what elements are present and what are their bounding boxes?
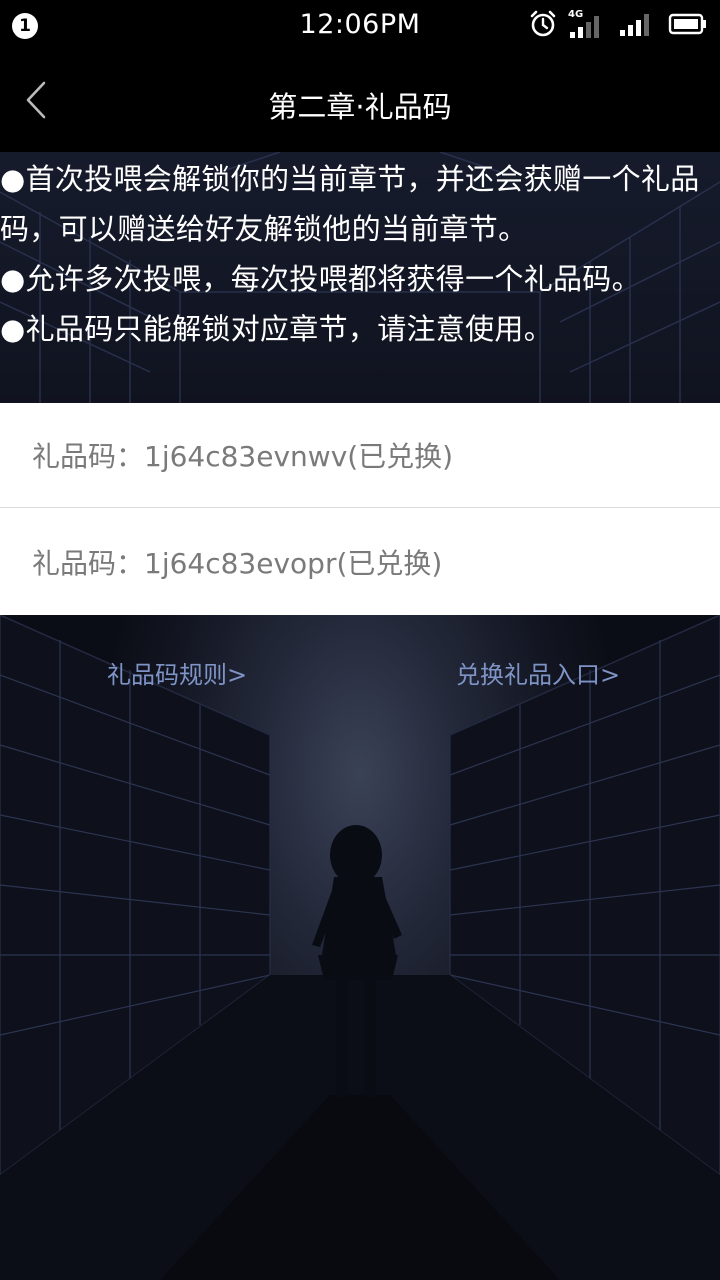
gift-code-text: 礼品码：1j64c83evnwv(已兑换) [32,440,454,473]
status-bar: 1 12:06PM 4G [0,0,720,52]
title-bar: 第二章·礼品码 [0,52,720,152]
redeem-gift-link[interactable]: 兑换礼品入口> [456,655,620,690]
gift-code-row[interactable]: 礼品码：1j64c83evopr(已兑换) [0,509,720,614]
info-text: ●首次投喂会解锁你的当前章节，并还会获赠一个礼品码，可以赠送给好友解锁他的当前章… [0,154,712,354]
page-title: 第二章·礼品码 [268,90,452,124]
battery-icon [668,9,708,43]
info-line: ●礼品码只能解锁对应章节，请注意使用。 [0,312,554,346]
info-line: ●首次投喂会解锁你的当前章节，并还会获赠一个礼品码，可以赠送给好友解锁他的当前章… [0,162,700,246]
gift-code-row[interactable]: 礼品码：1j64c83evnwv(已兑换) [0,403,720,508]
gift-code-text: 礼品码：1j64c83evopr(已兑换) [32,546,443,580]
signal-icon [618,9,658,43]
library-illustration [0,615,720,1280]
gift-code-rules-link[interactable]: 礼品码规则> [107,655,247,690]
info-section: ●首次投喂会解锁你的当前章节，并还会获赠一个礼品码，可以赠送给好友解锁他的当前章… [0,152,720,403]
bottom-section: 礼品码规则> 兑换礼品入口> [0,615,720,1280]
status-icons: 4G [528,9,708,43]
signal-4g-icon: 4G [568,9,608,41]
gift-code-list: 礼品码：1j64c83evnwv(已兑换) 礼品码：1j64c83evopr(已… [0,403,720,615]
info-line: ●允许多次投喂，每次投喂都将获得一个礼品码。 [0,262,641,296]
alarm-icon [528,9,558,43]
